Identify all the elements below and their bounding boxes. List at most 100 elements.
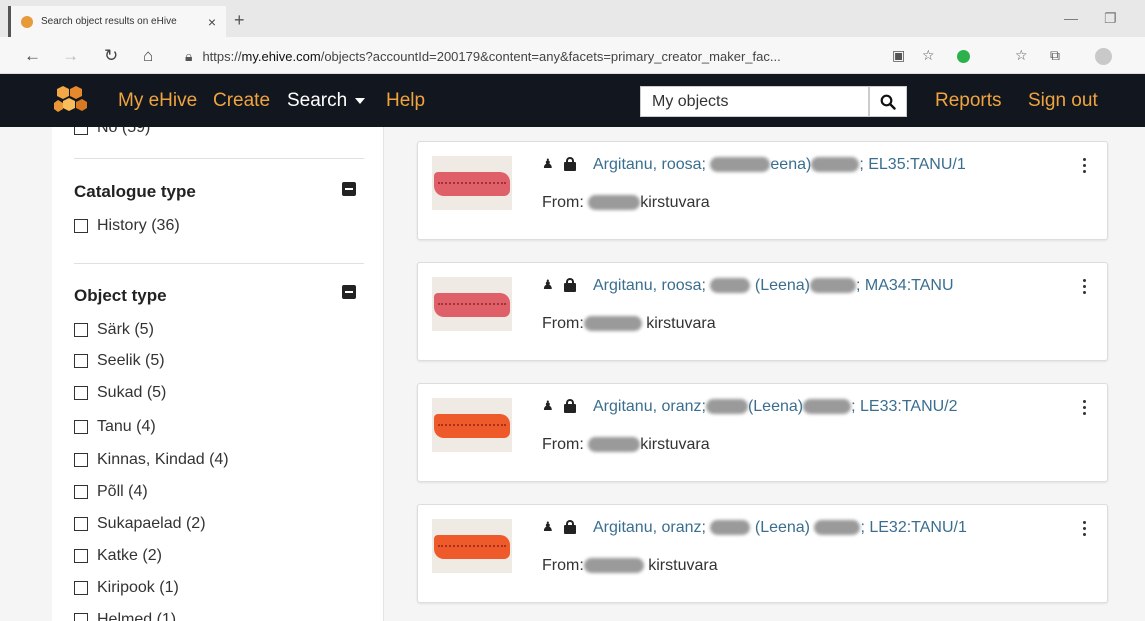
restore-icon[interactable]: ❐ (1104, 10, 1117, 27)
checkbox[interactable] (74, 386, 88, 400)
ehive-favicon-icon (21, 15, 33, 28)
facet-item[interactable]: Tanu (4) (74, 418, 156, 436)
object-thumbnail[interactable] (432, 398, 512, 452)
checkbox[interactable] (74, 323, 88, 337)
checkbox[interactable] (74, 485, 88, 499)
object-title-link[interactable]: Argitanu, oranz; (Leena) ; LE32:TANU/1 (593, 519, 967, 537)
more-options-icon[interactable] (1083, 521, 1087, 537)
back-arrow-icon[interactable]: ← (24, 46, 41, 66)
result-card[interactable]: ♟ Argitanu, roosa; eena) ; EL35:TANU/1 Fr… (417, 141, 1108, 240)
facet-item[interactable]: Põll (4) (74, 483, 148, 501)
facet-sidebar: No (59) Catalogue type History (36) Obje… (52, 127, 384, 621)
thumbnail-band (434, 414, 510, 438)
facet-item-label: Kinnas, Kindad (4) (97, 451, 229, 468)
redacted-name (811, 157, 860, 173)
title-part: ; EL35:TANU/1 (859, 156, 966, 173)
favorites-list-icon[interactable]: ☆ (1015, 47, 1028, 64)
facet-item[interactable]: Katke (2) (74, 547, 162, 565)
checkbox[interactable] (74, 581, 88, 595)
object-title-link[interactable]: Argitanu, roosa; eena) ; EL35:TANU/1 (593, 156, 966, 174)
thumbnail-band (434, 293, 510, 317)
collections-icon[interactable]: ⧉ (1050, 47, 1060, 64)
public-status-icon: ♟ (542, 277, 554, 292)
facet-item-history[interactable]: History (36) (74, 217, 180, 235)
from-source: kirstuvara (648, 557, 718, 574)
ehive-navbar: My eHive Create Search Help Reports Sign… (0, 74, 1145, 127)
from-label: From: (542, 194, 584, 211)
title-part: Argitanu, oranz; (593, 398, 706, 415)
url-field[interactable]: 🔒︎ https://my.ehive.com/objects?accountI… (185, 44, 913, 68)
profile-avatar[interactable] (1095, 48, 1112, 65)
title-part: Argitanu, roosa; (593, 156, 706, 173)
nav-create[interactable]: Create (213, 90, 270, 112)
public-status-icon: ♟ (542, 398, 554, 413)
title-part: ; LE33:TANU/2 (851, 398, 958, 415)
checkbox[interactable] (74, 354, 88, 368)
from-label: From: (542, 436, 584, 453)
favorite-star-icon[interactable]: ☆ (922, 47, 935, 64)
facet-item[interactable]: Sukad (5) (74, 384, 166, 402)
divider (74, 158, 364, 159)
checkbox[interactable] (74, 613, 88, 621)
nav-reports[interactable]: Reports (935, 90, 1002, 112)
redacted-name (583, 316, 642, 332)
lock-icon: 🔒︎ (185, 47, 193, 64)
title-part: Argitanu, roosa; (593, 277, 706, 294)
object-thumbnail[interactable] (432, 519, 512, 573)
checkbox[interactable] (74, 420, 88, 434)
browser-tab-strip: Search object results on eHive × + — ❐ (0, 0, 1145, 37)
redacted-name (710, 157, 771, 173)
more-options-icon[interactable] (1083, 279, 1087, 295)
object-from: From: kirstuvara (542, 557, 718, 575)
from-source: kirstuvara (646, 315, 716, 332)
object-thumbnail[interactable] (432, 277, 512, 331)
search-input[interactable]: My objects (640, 86, 869, 117)
checkbox[interactable] (74, 219, 88, 233)
ehive-logo-icon[interactable] (54, 84, 88, 116)
more-options-icon[interactable] (1083, 400, 1087, 416)
result-card[interactable]: ♟ Argitanu, oranz; (Leena) ; LE32:TANU/1… (417, 504, 1108, 603)
redacted-name (588, 437, 641, 453)
search-button[interactable] (869, 86, 907, 117)
nav-sign-out[interactable]: Sign out (1028, 90, 1098, 112)
facet-item[interactable]: Kinnas, Kindad (4) (74, 451, 229, 469)
facet-item[interactable]: Seelik (5) (74, 352, 165, 370)
title-part: (Leena) (747, 398, 804, 415)
facet-item-label: No (59) (97, 127, 151, 136)
card-icons: ♟ (542, 398, 584, 414)
result-card[interactable]: ♟ Argitanu, oranz; (Leena) ; LE33:TANU/2 F… (417, 383, 1108, 482)
checkbox[interactable] (74, 453, 88, 467)
facet-item[interactable]: Kiripook (1) (74, 579, 179, 597)
object-title-link[interactable]: Argitanu, oranz; (Leena) ; LE33:TANU/2 (593, 398, 958, 416)
reload-icon[interactable]: ↻ (104, 46, 118, 66)
reader-view-icon[interactable]: ▣ (892, 47, 905, 64)
title-part: eena) (770, 156, 812, 173)
collapse-minus-icon[interactable] (342, 285, 356, 299)
object-thumbnail[interactable] (432, 156, 512, 210)
grammarly-extension-icon[interactable] (957, 50, 970, 63)
object-from: From: kirstuvara (542, 436, 710, 454)
tab-close-icon[interactable]: × (208, 14, 216, 30)
facet-item[interactable]: Särk (5) (74, 321, 154, 339)
checkbox[interactable] (74, 127, 88, 135)
facet-item[interactable]: No (59) (74, 127, 150, 137)
new-tab-icon[interactable]: + (234, 10, 245, 31)
checkbox[interactable] (74, 517, 88, 531)
browser-tab[interactable]: Search object results on eHive × (8, 6, 226, 37)
facet-item[interactable]: Helmed (1) (74, 611, 176, 621)
checkbox[interactable] (74, 549, 88, 563)
nav-my-ehive[interactable]: My eHive (118, 90, 197, 112)
minimize-icon[interactable]: — (1064, 10, 1078, 26)
home-icon[interactable]: ⌂ (143, 46, 153, 66)
nav-help[interactable]: Help (386, 90, 425, 112)
facet-item[interactable]: Sukapaelad (2) (74, 515, 206, 533)
url-path: /objects?accountId=200179&content=any&fa… (320, 48, 781, 64)
more-options-icon[interactable] (1083, 158, 1087, 174)
tab-title: Search object results on eHive (41, 16, 177, 27)
object-title-link[interactable]: Argitanu, roosa; (Leena) ; MA34:TANU (593, 277, 954, 295)
nav-search[interactable]: Search (287, 90, 366, 112)
collapse-minus-icon[interactable] (342, 182, 356, 196)
result-card[interactable]: ♟ Argitanu, roosa; (Leena) ; MA34:TANU Fr… (417, 262, 1108, 361)
title-part: ; LE32:TANU/1 (860, 519, 967, 536)
forward-arrow-icon[interactable]: → (62, 46, 79, 66)
